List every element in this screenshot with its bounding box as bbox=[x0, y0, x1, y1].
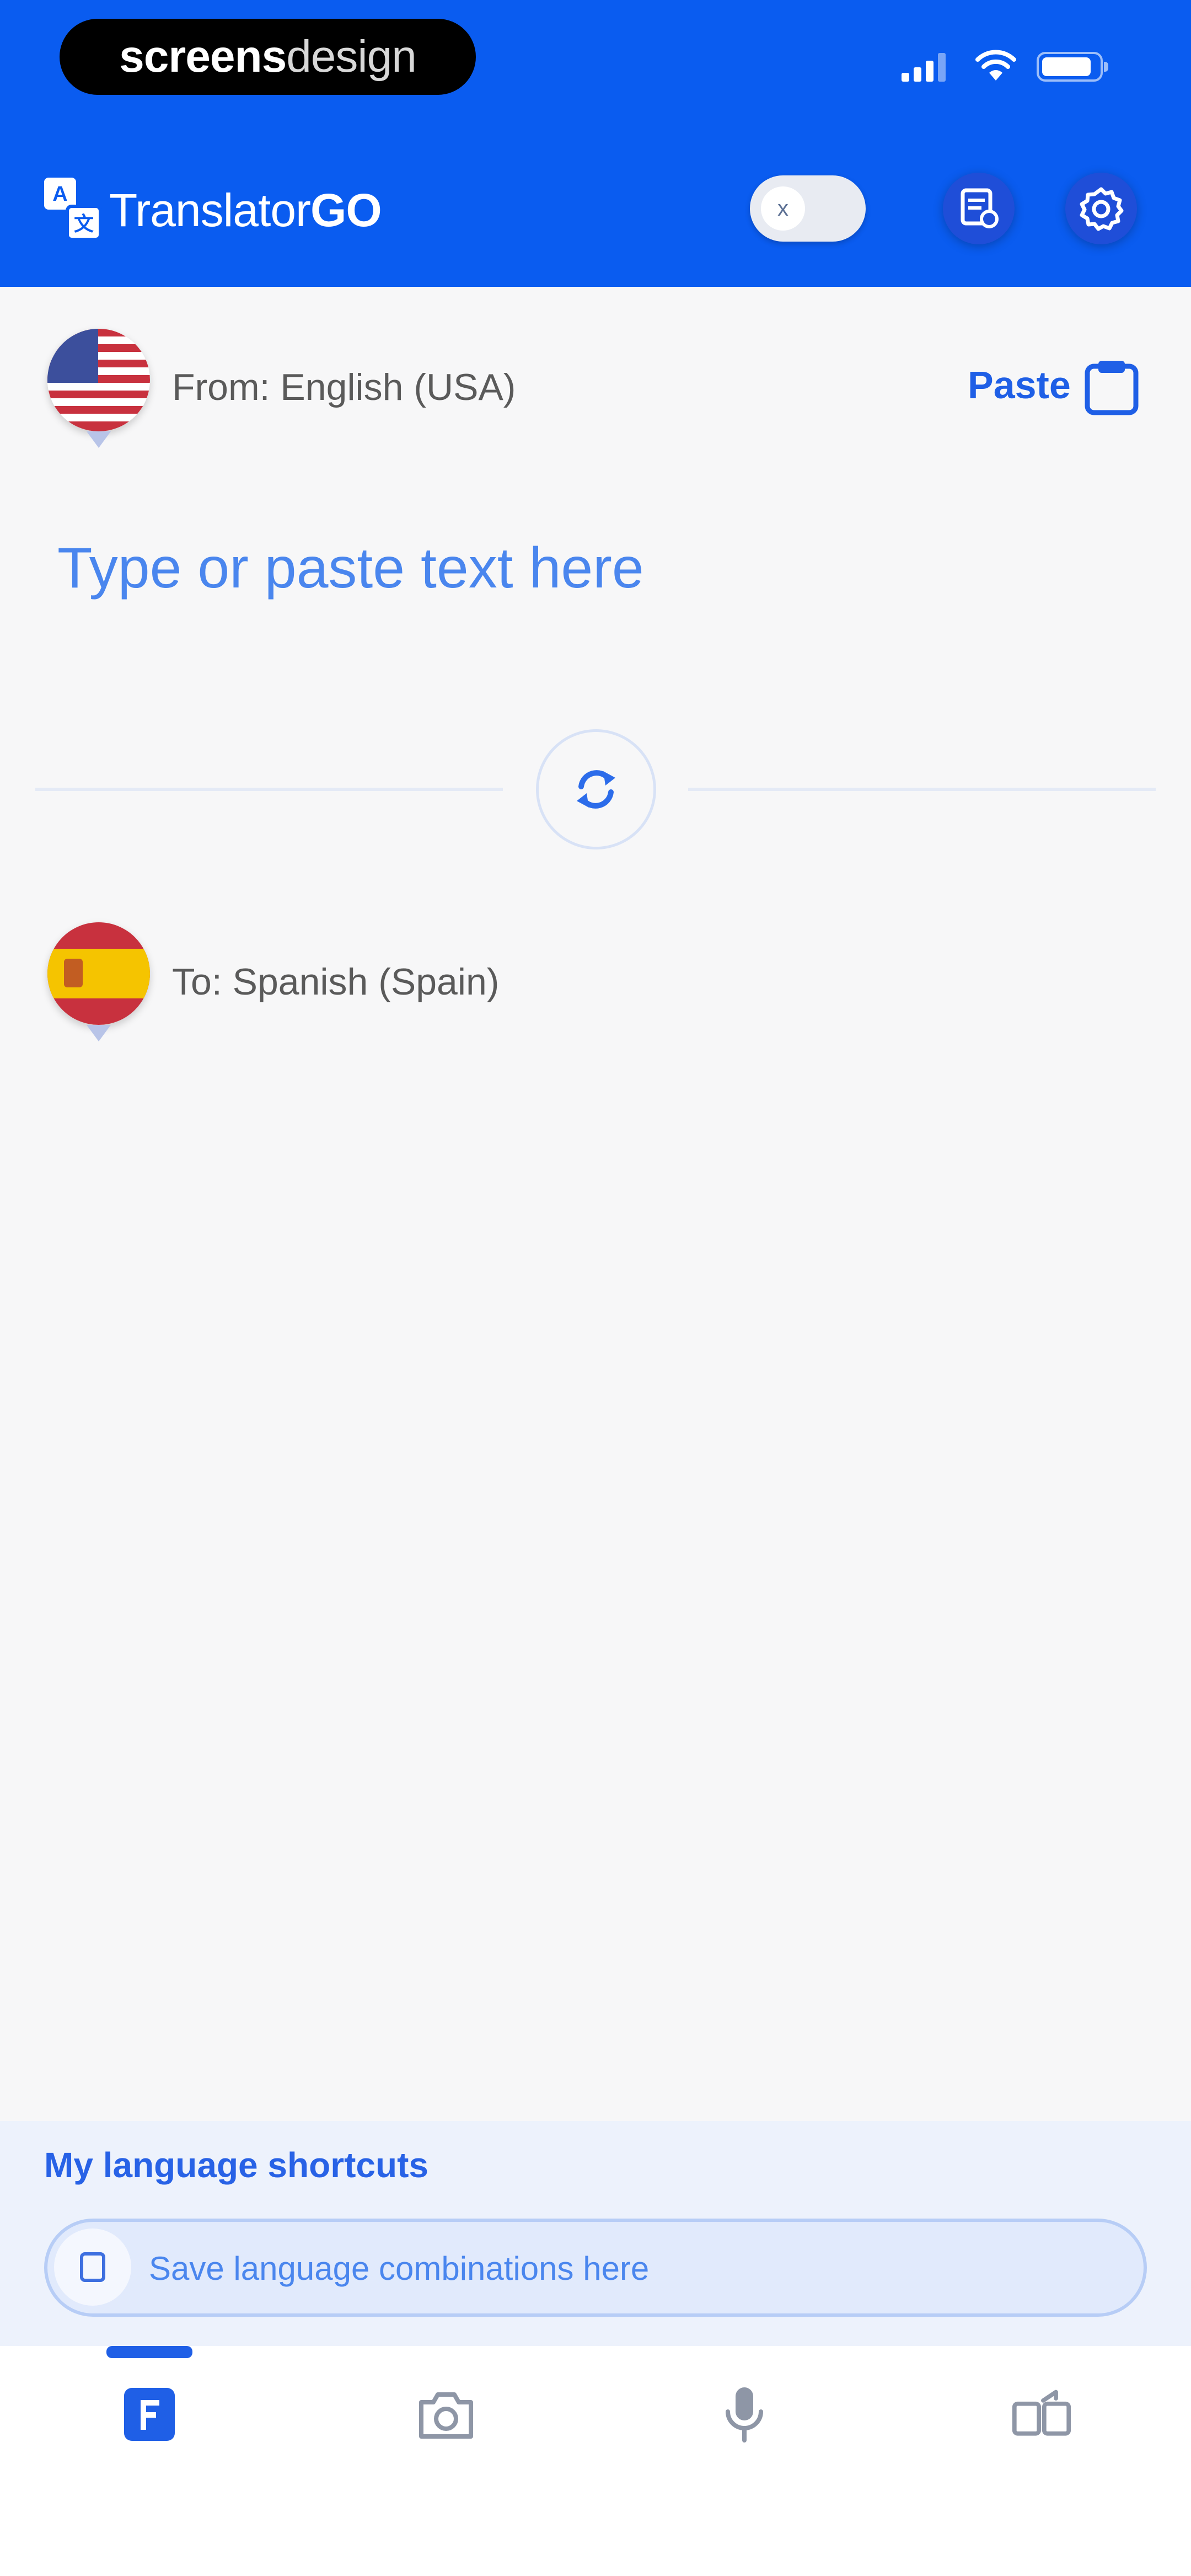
us-flag-icon bbox=[47, 329, 150, 431]
flag-pointer bbox=[87, 1025, 111, 1041]
bookmark-icon bbox=[80, 2252, 105, 2282]
screensdesign-watermark: screensdesign bbox=[60, 19, 476, 95]
source-language-selector[interactable] bbox=[47, 329, 150, 448]
gear-icon bbox=[1080, 187, 1124, 231]
target-language-selector[interactable] bbox=[47, 922, 150, 1041]
app-title-suffix: GO bbox=[310, 184, 382, 236]
swap-icon bbox=[577, 770, 615, 809]
microphone-icon bbox=[726, 2387, 763, 2443]
nav-voice[interactable] bbox=[714, 2384, 775, 2445]
nav-conversation[interactable] bbox=[1011, 2384, 1072, 2445]
settings-button[interactable] bbox=[1065, 173, 1137, 244]
translator-logo-icon: A 文 bbox=[44, 178, 102, 241]
camera-icon bbox=[419, 2392, 473, 2439]
toggle-knob: x bbox=[761, 186, 805, 231]
nav-camera[interactable] bbox=[416, 2384, 476, 2445]
history-icon bbox=[961, 188, 999, 228]
divider-left bbox=[35, 788, 503, 791]
shortcut-pill-text: Save language combinations here bbox=[149, 2250, 650, 2287]
conversation-icon bbox=[1012, 2390, 1071, 2436]
flag-pointer bbox=[87, 431, 111, 448]
battery-icon bbox=[1037, 52, 1108, 82]
cellular-signal-icon bbox=[902, 51, 946, 82]
text-translate-icon bbox=[124, 2388, 175, 2441]
svg-text:A: A bbox=[52, 183, 67, 206]
app-title-prefix: Translator bbox=[109, 184, 311, 236]
clipboard-icon[interactable] bbox=[1082, 357, 1141, 417]
bottom-navigation bbox=[0, 2346, 1191, 2576]
source-language-label[interactable]: From: English (USA) bbox=[172, 365, 516, 409]
svg-text:文: 文 bbox=[74, 212, 94, 235]
offline-mode-toggle[interactable]: x bbox=[750, 175, 866, 242]
paste-button[interactable]: Paste bbox=[968, 363, 1071, 407]
nav-text-translate[interactable] bbox=[119, 2384, 180, 2445]
spain-flag-icon bbox=[47, 922, 150, 1025]
swap-languages-button[interactable] bbox=[536, 729, 656, 849]
target-language-label[interactable]: To: Spanish (Spain) bbox=[172, 960, 499, 1004]
watermark-light: design bbox=[286, 31, 417, 82]
active-tab-indicator bbox=[106, 2346, 192, 2358]
app-title: TranslatorGO bbox=[109, 185, 382, 235]
wifi-icon bbox=[975, 50, 1016, 81]
divider-right bbox=[688, 788, 1156, 791]
history-button[interactable] bbox=[943, 173, 1015, 244]
source-text-input[interactable]: Type or paste text here bbox=[57, 535, 644, 601]
watermark-bold: screens bbox=[119, 31, 287, 82]
shortcuts-title: My language shortcuts bbox=[44, 2145, 428, 2185]
